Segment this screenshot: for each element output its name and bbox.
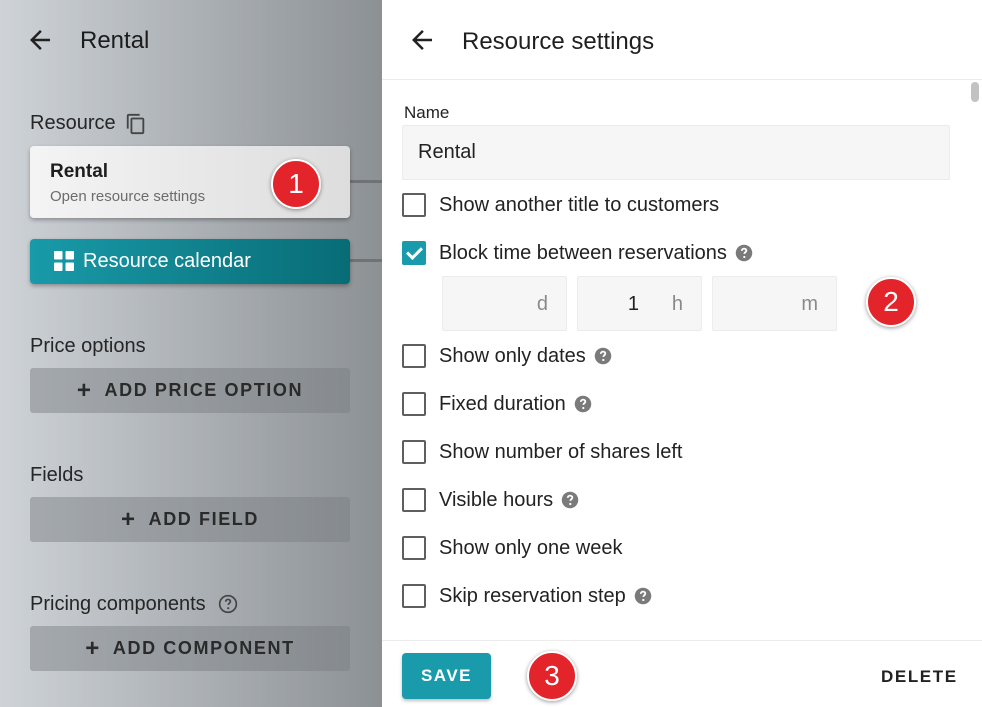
checkbox[interactable] [402, 344, 426, 368]
option-row[interactable]: Skip reservation step [402, 581, 652, 611]
pricing-components-label: Pricing components [30, 593, 206, 615]
block-minutes-input[interactable]: m [712, 276, 837, 331]
left-header: Rental [0, 0, 382, 80]
resource-label: Resource [30, 112, 116, 134]
checkbox-checked[interactable] [402, 241, 426, 265]
checkbox[interactable] [402, 440, 426, 464]
fields-label: Fields [30, 464, 84, 486]
back-arrow-icon[interactable] [25, 25, 55, 55]
option-label: Skip reservation step [439, 584, 626, 607]
settings-header: Resource settings [382, 0, 982, 80]
option-row[interactable]: Fixed duration [402, 389, 592, 419]
resource-card-subtitle: Open resource settings [50, 188, 206, 205]
checkbox[interactable] [402, 392, 426, 416]
copy-icon[interactable] [125, 113, 147, 135]
help-icon[interactable] [561, 491, 579, 509]
resource-calendar-button[interactable]: Resource calendar [30, 239, 350, 284]
block-days-unit: d [536, 293, 548, 315]
price-options-label: Price options [30, 335, 146, 357]
option-label: Block time between reservations [439, 241, 727, 264]
checkbox[interactable] [402, 584, 426, 608]
block-hours-unit: h [671, 293, 683, 315]
help-icon[interactable] [594, 347, 612, 365]
block-hours-input[interactable]: 1 h [577, 276, 702, 331]
scrollbar-thumb[interactable] [971, 82, 979, 102]
option-row[interactable]: Show only one week [402, 533, 622, 563]
add-field-label: ADD FIELD [148, 509, 260, 529]
help-icon[interactable] [634, 587, 652, 605]
checkbox[interactable] [402, 193, 426, 217]
option-label: Show only dates [439, 344, 586, 367]
step-badge-1: 1 [271, 159, 321, 209]
help-icon[interactable] [735, 244, 753, 262]
save-button[interactable]: SAVE [402, 653, 491, 699]
settings-footer: SAVE 3 DELETE [382, 640, 982, 707]
plus-icon: + [120, 505, 137, 533]
left-panel: Rental Resource Rental Open resource set… [0, 0, 382, 707]
checkbox[interactable] [402, 536, 426, 560]
option-label: Show only one week [439, 536, 623, 559]
plus-icon: + [85, 634, 101, 662]
add-component-label: ADD COMPONENT [112, 638, 295, 658]
option-row[interactable]: Show number of shares left [402, 437, 682, 467]
grid-icon [54, 251, 74, 271]
option-row[interactable]: Block time between reservations [402, 238, 753, 268]
option-row[interactable]: Show another title to customers [402, 190, 719, 220]
add-component-button[interactable]: + ADD COMPONENT [30, 626, 350, 671]
name-input[interactable]: Rental [402, 125, 950, 180]
resource-card-title: Rental [50, 161, 109, 182]
back-arrow-icon[interactable] [407, 25, 437, 55]
name-label: Name [404, 103, 450, 122]
block-minutes-unit: m [801, 293, 818, 315]
add-field-button[interactable]: + ADD FIELD [30, 497, 350, 542]
add-price-option-label: ADD PRICE OPTION [104, 380, 304, 400]
connector-line [350, 259, 382, 262]
resource-settings-panel: Resource settings Name Rental Show anoth… [382, 0, 982, 707]
option-label: Visible hours [439, 488, 554, 511]
block-hours-value: 1 [627, 293, 639, 315]
option-label: Show number of shares left [439, 440, 683, 463]
option-row[interactable]: Show only dates [402, 341, 612, 371]
delete-button[interactable]: DELETE [881, 667, 958, 687]
help-icon[interactable] [574, 395, 592, 413]
option-label: Fixed duration [439, 392, 566, 415]
settings-title: Resource settings [462, 28, 655, 55]
checkbox[interactable] [402, 488, 426, 512]
resource-calendar-label: Resource calendar [83, 250, 251, 272]
connector-line [350, 180, 382, 183]
plus-icon: + [76, 376, 93, 404]
left-title: Rental [80, 27, 150, 54]
step-badge-3: 3 [527, 651, 577, 701]
add-price-option-button[interactable]: + ADD PRICE OPTION [30, 368, 350, 413]
option-row[interactable]: Visible hours [402, 485, 579, 515]
block-days-input[interactable]: d [442, 276, 567, 331]
option-label: Show another title to customers [439, 193, 720, 216]
step-badge-2: 2 [866, 277, 916, 327]
help-icon[interactable] [218, 594, 238, 614]
